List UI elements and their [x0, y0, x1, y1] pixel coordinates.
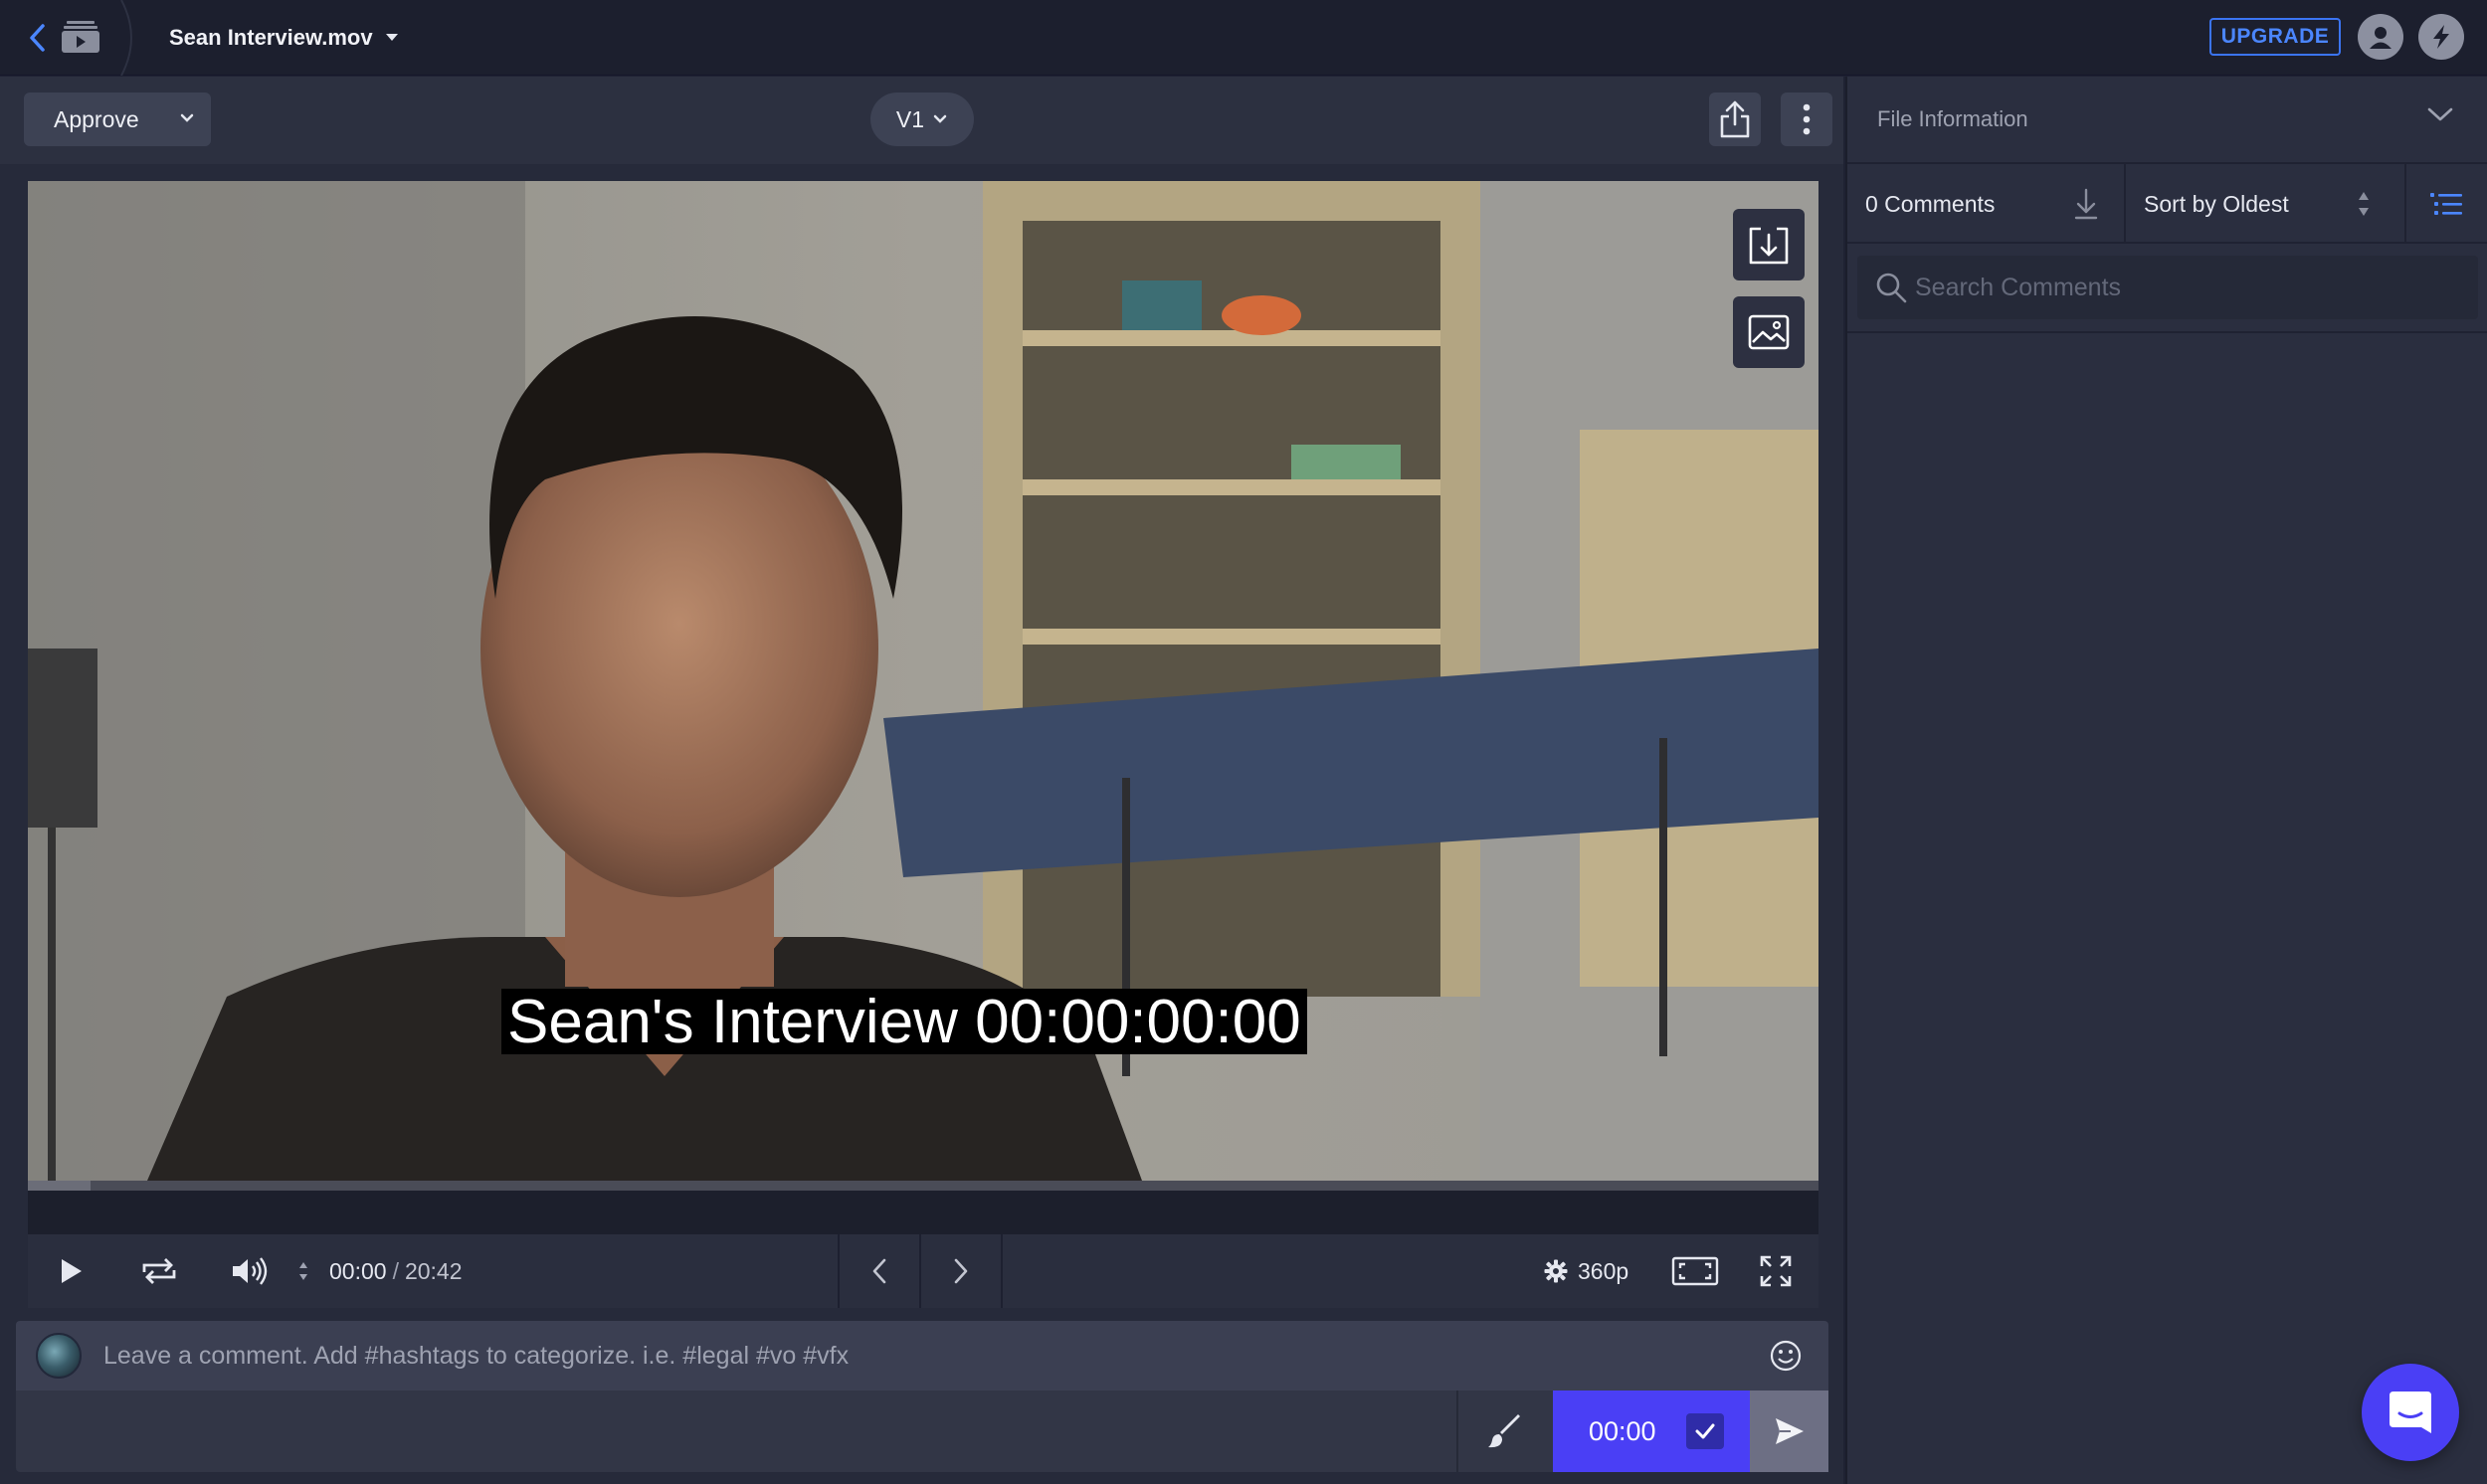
download-frame-icon [1749, 227, 1789, 265]
comments-toolbar: 0 Comments Sort by Oldest [1847, 164, 2487, 244]
approval-status-label: Approve [54, 105, 139, 132]
comment-composer: 00:00 [16, 1321, 1828, 1472]
comment-actions-row: 00:00 [16, 1391, 1828, 1472]
gear-icon [1544, 1259, 1568, 1283]
chevron-down-icon [933, 114, 947, 123]
download-comments-button[interactable] [2066, 182, 2106, 226]
caret-down-icon [385, 34, 398, 41]
breadcrumb-divider [120, 0, 132, 76]
previous-frame-button[interactable] [840, 1234, 919, 1308]
loop-button[interactable] [127, 1234, 191, 1308]
user-icon [2370, 27, 2391, 49]
sort-label: Sort by Oldest [2144, 190, 2289, 217]
timestamp-toggle[interactable]: 00:00 [1553, 1391, 1750, 1472]
file-name: Sean Interview.mov [169, 25, 373, 50]
file-information-toggle[interactable]: File Information [1847, 77, 2487, 164]
back-button[interactable] [20, 18, 56, 58]
current-time: 00:00 [329, 1257, 387, 1284]
sort-dropdown[interactable]: Sort by Oldest [2144, 164, 2373, 244]
download-frame-button[interactable] [1733, 209, 1805, 280]
more-options-button[interactable] [1781, 93, 1832, 146]
approval-status-dropdown[interactable]: Approve [24, 93, 211, 146]
comment-timeline[interactable] [28, 1191, 1818, 1234]
share-button[interactable] [1709, 93, 1761, 146]
fullscreen-icon [1760, 1255, 1792, 1287]
next-frame-icon [954, 1258, 968, 1284]
time-separator: / [392, 1257, 399, 1284]
loop-icon [142, 1258, 176, 1284]
version-dropdown[interactable]: V1 [870, 93, 974, 146]
scrubber-progress [28, 1181, 91, 1191]
quality-label: 360p [1578, 1257, 1629, 1284]
project-folder-button[interactable] [60, 16, 101, 58]
list-view-icon [2430, 193, 2462, 215]
divider [2404, 164, 2406, 244]
player-toolbar: Approve V1 [0, 77, 1843, 164]
emoji-icon [1770, 1340, 1802, 1372]
lightning-icon [2433, 25, 2449, 49]
play-button[interactable] [44, 1234, 99, 1308]
search-comments-box [1857, 256, 2478, 319]
comment-input[interactable] [103, 1321, 1755, 1391]
chat-support-button[interactable] [2362, 1364, 2459, 1461]
timecode-format-toggle[interactable] [288, 1234, 318, 1308]
chat-icon [2390, 1391, 2431, 1433]
version-label: V1 [895, 105, 925, 132]
prev-frame-icon [872, 1258, 886, 1284]
divider [1847, 331, 2487, 333]
volume-icon [233, 1257, 268, 1285]
chevron-down-icon [180, 113, 194, 122]
file-name-dropdown[interactable]: Sean Interview.mov [169, 22, 399, 54]
aspect-ratio-button[interactable] [1665, 1234, 1725, 1308]
search-icon [1876, 273, 1907, 303]
video-burnin-caption: Sean's Interview 00:00:00:00 [501, 989, 1307, 1054]
avatar [36, 1333, 82, 1379]
volume-button[interactable] [223, 1234, 279, 1308]
player-controls: 00:00 / 20:42 360p [28, 1234, 1818, 1308]
share-icon [1720, 100, 1750, 138]
top-bar: Sean Interview.mov UPGRADE [0, 0, 2487, 76]
play-icon [62, 1259, 82, 1283]
kebab-icon [1803, 103, 1811, 135]
next-frame-button[interactable] [921, 1234, 1001, 1308]
quality-selector[interactable]: 360p [1544, 1234, 1628, 1308]
list-view-button[interactable] [2424, 182, 2468, 226]
annotate-button[interactable] [1456, 1391, 1552, 1472]
activity-button[interactable] [2418, 14, 2464, 60]
emoji-button[interactable] [1767, 1337, 1805, 1375]
sort-arrows-icon [2359, 192, 2369, 216]
check-icon [1695, 1423, 1715, 1439]
video-player[interactable]: Sean's Interview 00:00:00:00 [28, 181, 1818, 1181]
send-comment-button[interactable] [1750, 1391, 1828, 1472]
aspect-icon [1671, 1256, 1719, 1286]
comment-input-row [16, 1321, 1828, 1391]
playback-scrubber[interactable] [28, 1181, 1818, 1191]
comments-panel: File Information 0 Comments Sort by Olde… [1845, 77, 2487, 1484]
image-icon [1748, 314, 1790, 350]
account-button[interactable] [2358, 14, 2403, 60]
comment-count: 0 Comments [1865, 190, 1996, 217]
timestamp-checkbox[interactable] [1685, 1413, 1724, 1449]
upgrade-button[interactable]: UPGRADE [2209, 18, 2341, 56]
back-arrow-icon [30, 24, 45, 52]
total-duration: 20:42 [404, 1257, 463, 1284]
brush-icon [1488, 1414, 1520, 1448]
divider [1001, 1234, 1003, 1308]
file-information-label: File Information [1877, 106, 2028, 131]
send-icon [1775, 1418, 1804, 1444]
download-icon [2074, 188, 2098, 220]
chevron-down-icon [2427, 107, 2453, 121]
fullscreen-button[interactable] [1749, 1234, 1803, 1308]
search-comments-input[interactable] [1915, 256, 2462, 319]
time-readout: 00:00 / 20:42 [329, 1234, 463, 1308]
sort-arrows-icon [299, 1262, 307, 1280]
player-area: Sean's Interview 00:00:00:00 00:00 / 20:… [0, 164, 1843, 1484]
divider [2124, 164, 2126, 244]
capture-still-button[interactable] [1733, 296, 1805, 368]
folder-play-icon [62, 21, 99, 53]
comment-timestamp: 00:00 [1589, 1415, 1656, 1446]
